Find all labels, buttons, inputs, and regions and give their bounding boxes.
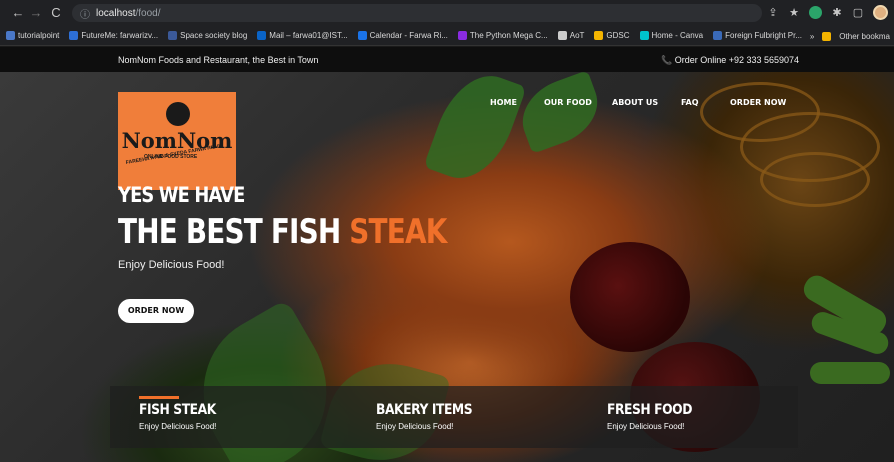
bookmark-favicon-icon [594,31,604,40]
bookmark-item[interactable]: FutureMe: farwarizv... [69,31,158,40]
category-title: FISH STEAK [139,402,216,418]
category-title: FRESH FOOD [607,402,692,418]
nav-faq[interactable]: FAQ [681,98,699,107]
green-bean [810,362,890,384]
reload-icon[interactable]: C [46,5,66,20]
bookmark-label: Foreign Fulbright Pr... [725,31,803,40]
bookmark-label: FutureMe: farwarizv... [81,31,159,40]
star-icon[interactable]: ★ [788,7,800,19]
bookmark-item[interactable]: GDSC [594,31,630,40]
info-icon[interactable]: ⓘ [80,6,90,21]
hero-heading-main: THE BEST FISH [118,212,350,252]
profile-avatar-icon[interactable] [873,5,888,20]
bookmark-favicon-icon [168,31,178,40]
nav-our-food[interactable]: OUR FOOD [544,98,592,107]
bookmark-label: GDSC [606,31,630,40]
nav-home[interactable]: HOME [490,98,517,107]
other-bookmarks-label: Other bookma [839,31,890,41]
bookmark-label: Home - Canva [651,31,704,40]
category-title: BAKERY ITEMS [376,402,473,418]
bookmark-favicon-icon [457,31,467,40]
address-bar[interactable]: ⓘ localhost/food/ [72,4,762,22]
bookmark-label: Mail – farwa01@IST... [269,31,348,40]
hero-heading-accent: STEAK [349,212,447,252]
category-subtitle: Enjoy Delicious Food! [607,422,685,431]
browser-actions: ⇪ ★ ✱ ▢ [767,5,888,20]
category-strip: FISH STEAK Enjoy Delicious Food! BAKERY … [110,386,798,448]
hero-heading: THE BEST FISH STEAK [118,212,447,252]
bookmark-favicon-icon [357,31,367,40]
more-bookmarks-icon[interactable]: » [810,32,814,41]
basil-leaf [512,72,608,154]
window-icon[interactable]: ▢ [852,7,864,19]
bookmark-favicon-icon [6,31,15,40]
bookmark-label: Calendar - Farwa Ri... [369,31,448,40]
bookmark-favicon-icon [557,31,567,40]
bookmark-item[interactable]: Calendar - Farwa Ri... [357,31,448,40]
topbar-tagline: NomNom Foods and Restaurant, the Best in… [118,55,319,65]
category-bakery-items[interactable]: BAKERY ITEMS Enjoy Delicious Food! [376,402,485,431]
nav-order-now[interactable]: ORDER NOW [730,98,786,107]
bookmark-item[interactable]: Mail – farwa01@IST... [257,31,348,40]
url-host: localhost [96,7,136,19]
bookmark-label: The Python Mega C... [469,31,548,40]
category-subtitle: Enjoy Delicious Food! [139,422,217,431]
site-topbar: NomNom Foods and Restaurant, the Best in… [0,47,894,72]
sauce-drop [570,242,690,352]
bookmark-label: tutorialpoint [18,31,60,40]
bookmark-label: AoT [569,31,585,40]
other-bookmarks[interactable]: » Other bookma [809,26,894,45]
bookmark-item[interactable]: The Python Mega C... [457,31,548,40]
active-category-indicator [139,396,179,399]
bookmark-label: Space society blog [180,31,248,40]
bookmark-item[interactable]: AoT [557,31,585,40]
category-fresh-food[interactable]: FRESH FOOD Enjoy Delicious Food! [607,402,704,431]
bookmark-item[interactable]: Foreign Fulbright Pr... [713,31,802,40]
hero-tagline: Enjoy Delicious Food! [118,259,225,271]
browser-toolbar: ← → C ⓘ localhost/food/ ⇪ ★ ✱ ▢ [0,0,894,26]
puzzle-icon[interactable]: ✱ [831,7,843,19]
bookmark-favicon-icon [639,31,649,40]
arrow-right-icon[interactable]: → [26,5,46,20]
bookmark-favicon-icon [713,31,723,40]
folder-icon [822,31,832,41]
bookmarks-bar: tutorialpoint FutureMe: farwarizv... Space… [0,26,894,46]
bookmark-item[interactable]: Space society blog [168,31,247,40]
nav-about-us[interactable]: ABOUT US [612,98,658,107]
hero-line1: YES WE HAVE [118,183,245,207]
category-fish-steak[interactable]: FISH STEAK Enjoy Delicious Food! [139,402,226,431]
noodle-decoration [760,152,870,207]
order-online-phone[interactable]: 📞 Order Online +92 333 5659074 [661,55,799,66]
bookmark-favicon-icon [257,31,267,40]
category-subtitle: Enjoy Delicious Food! [376,422,454,431]
order-now-button[interactable]: ORDER NOW [118,299,194,323]
url-path: /food/ [135,7,161,19]
arrow-left-icon[interactable]: ← [8,5,28,20]
extension-icon[interactable] [809,6,822,19]
fork-knife-icon [166,102,190,126]
nomnom-logo[interactable]: NomNom ONLINE FOOD STORE FAREEHA AYUB & … [118,92,236,190]
bookmark-favicon-icon [69,31,79,40]
share-icon[interactable]: ⇪ [767,7,779,19]
basil-leaf [423,72,527,191]
bookmark-item[interactable]: Home - Canva [639,31,704,40]
bookmark-item[interactable]: tutorialpoint [6,31,59,40]
